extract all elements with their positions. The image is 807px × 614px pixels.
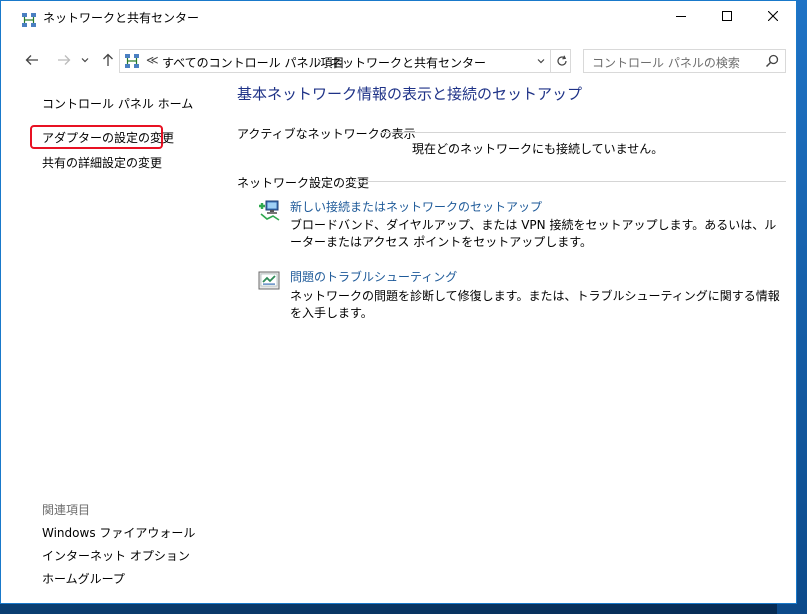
chevron-down-icon: [81, 58, 89, 63]
change-adapter-settings-link[interactable]: アダプターの設定の変更: [42, 129, 174, 146]
control-panel-home-link[interactable]: コントロール パネル ホーム: [42, 95, 193, 112]
search-box[interactable]: コントロール パネルの検索: [583, 49, 786, 73]
section-divider: [351, 181, 786, 182]
address-bar[interactable]: ≪ すべてのコントロール パネル項目 › ネットワークと共有センター: [119, 49, 571, 73]
homegroup-link[interactable]: ホームグループ: [42, 570, 125, 587]
no-connection-status: 現在どのネットワークにも接続していません。: [412, 142, 664, 156]
back-arrow-icon: [25, 55, 38, 65]
refresh-icon: [556, 55, 567, 66]
section-divider: [381, 132, 786, 133]
close-icon: [768, 11, 778, 21]
setup-new-connection-description: ブロードバンド、ダイヤルアップ、または VPN 接続をセットアップします。あるい…: [290, 218, 777, 249]
search-icon[interactable]: [765, 54, 779, 68]
troubleshoot-problems-link[interactable]: 問題のトラブルシューティング: [290, 268, 457, 285]
troubleshoot-problems-description: ネットワークの問題を診断して修復します。または、トラブルシューティングに関する情…: [290, 289, 780, 320]
address-dropdown-button[interactable]: [533, 53, 549, 69]
navigation-bar: ≪ すべてのコントロール パネル項目 › ネットワークと共有センター コントロー…: [1, 45, 796, 77]
breadcrumb-network-sharing-center[interactable]: ネットワークと共有センター: [330, 54, 486, 71]
forward-arrow-icon: [58, 55, 71, 65]
maximize-button[interactable]: [704, 1, 750, 31]
chevron-down-icon: [537, 59, 545, 64]
change-advanced-sharing-link[interactable]: 共有の詳細設定の変更: [42, 154, 162, 171]
page-title: 基本ネットワーク情報の表示と接続のセットアップ: [237, 85, 583, 103]
back-button[interactable]: [21, 49, 43, 71]
minimize-icon: [676, 16, 686, 17]
internet-options-link[interactable]: インターネット オプション: [42, 547, 190, 564]
new-connection-icon[interactable]: [257, 198, 281, 222]
maximize-icon: [722, 11, 732, 21]
close-button[interactable]: [750, 1, 796, 31]
network-sharing-center-window: ネットワークと共有センター ≪ すべてのコントロール パネル項目 › ネットワー…: [0, 0, 797, 604]
up-button[interactable]: [97, 49, 119, 71]
see-also-heading: 関連項目: [42, 503, 91, 517]
overflow-marker[interactable]: ≪: [146, 53, 159, 67]
search-placeholder: コントロール パネルの検索: [592, 56, 740, 70]
window-title: ネットワークと共有センター: [43, 11, 200, 25]
windows-firewall-link[interactable]: Windows ファイアウォール: [42, 524, 195, 541]
setup-new-connection-link[interactable]: 新しい接続またはネットワークのセットアップ: [290, 198, 542, 215]
refresh-button[interactable]: [550, 50, 572, 72]
change-settings-heading: ネットワーク設定の変更: [237, 176, 370, 190]
title-bar[interactable]: ネットワークと共有センター: [1, 1, 796, 31]
breadcrumb-chevron[interactable]: ›: [317, 54, 322, 68]
active-networks-heading: アクティブなネットワークの表示: [237, 127, 416, 141]
forward-button[interactable]: [53, 49, 75, 71]
troubleshoot-icon[interactable]: [257, 269, 281, 293]
up-arrow-icon: [103, 53, 113, 66]
minimize-button[interactable]: [658, 1, 704, 31]
network-icon: [22, 13, 36, 27]
recent-locations-button[interactable]: [78, 49, 92, 71]
control-panel-icon: [125, 54, 139, 68]
